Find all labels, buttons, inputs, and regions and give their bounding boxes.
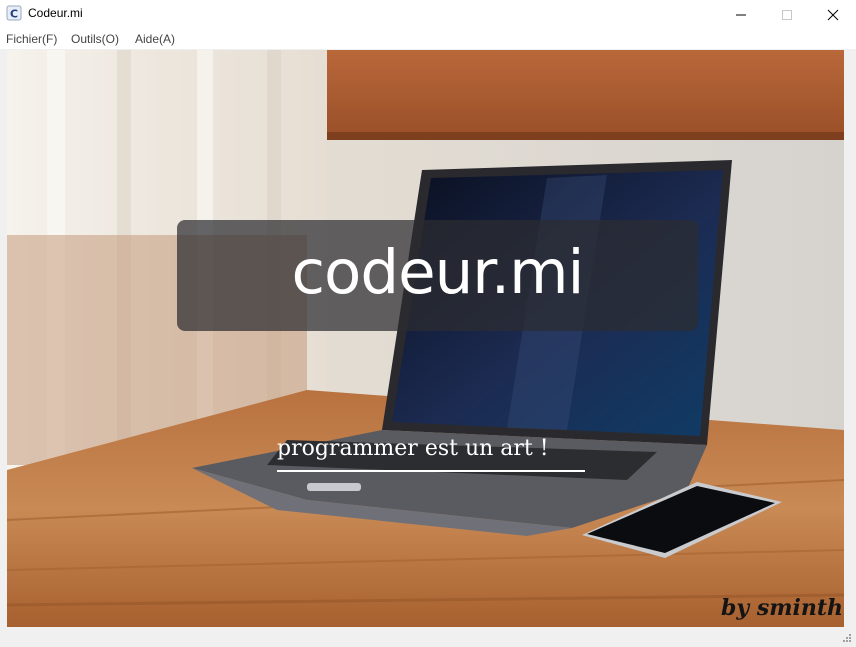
close-icon (827, 9, 839, 21)
author-byline: by sminth (721, 595, 843, 621)
splash-canvas: codeur.mi programmer est un art ! by smi… (7, 50, 844, 627)
menu-aide[interactable]: Aide(A) (135, 32, 175, 46)
svg-text:C: C (10, 8, 18, 21)
window-title: Codeur.mi (28, 6, 83, 20)
resize-grip-icon[interactable] (842, 633, 852, 643)
heading-overlay: codeur.mi (177, 220, 698, 331)
maximize-button[interactable] (764, 0, 810, 29)
menu-fichier[interactable]: Fichier(F) (6, 32, 57, 46)
minimize-button[interactable] (718, 0, 764, 29)
laptop-desk-photo (7, 50, 844, 627)
tagline: programmer est un art ! (277, 436, 549, 461)
tagline-underline (277, 470, 585, 472)
app-heading: codeur.mi (291, 237, 584, 308)
c-letter-icon: C (6, 5, 22, 21)
close-button[interactable] (810, 0, 856, 29)
maximize-icon (782, 10, 792, 20)
menu-outils[interactable]: Outils(O) (71, 32, 119, 46)
title-bar: C Codeur.mi (0, 0, 856, 29)
menu-bar: Fichier(F) Outils(O) Aide(A) (0, 29, 856, 49)
minimize-icon (736, 14, 746, 16)
